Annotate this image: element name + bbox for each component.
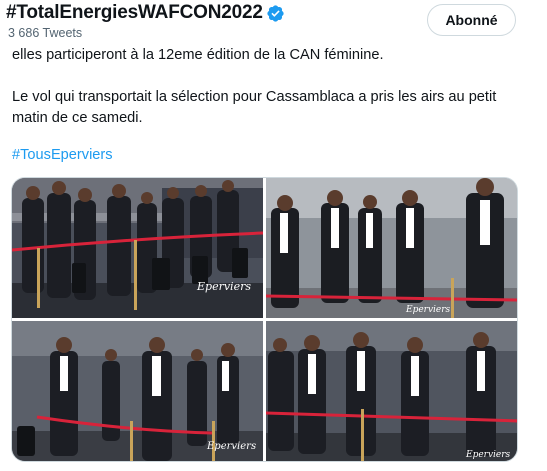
hashtag-link[interactable]: #TousEperviers [12,147,113,163]
watermark-2: Eperviers [405,305,451,315]
hashtag-title: #TotalEnergiesWAFCON2022 [6,2,263,23]
photo-queue-1[interactable]: Eperviers [12,178,263,318]
photo-queue-2[interactable]: Eperviers [266,178,517,318]
photo-3-image: Eperviers [12,321,263,461]
photo-1-image: Eperviers [12,178,263,318]
tweet-text-line-1: elles participeront à la 12eme édition d… [12,47,384,63]
photo-2-image: Eperviers [266,178,517,318]
title-row: #TotalEnergiesWAFCON2022 [6,2,285,24]
tweet-text-line-2: Le vol qui transportait la sélection pou… [12,89,497,126]
tweet-count: 3 686 Tweets [8,26,83,40]
photo-4-image: Eperviers [266,321,517,461]
watermark-1: Eperviers [196,280,251,293]
watermark-3: Eperviers [206,441,256,452]
photo-queue-4[interactable]: Eperviers [266,321,517,461]
verified-badge-icon [267,4,284,22]
following-button[interactable]: Abonné [427,4,516,36]
media-grid: Eperviers Eperviers Eperviers Eperviers [11,177,518,462]
watermark-4: Eperviers [465,450,511,460]
photo-queue-3[interactable]: Eperviers [12,321,263,461]
profile-header: #TotalEnergiesWAFCON2022 3 686 Tweets Ab… [0,0,547,42]
